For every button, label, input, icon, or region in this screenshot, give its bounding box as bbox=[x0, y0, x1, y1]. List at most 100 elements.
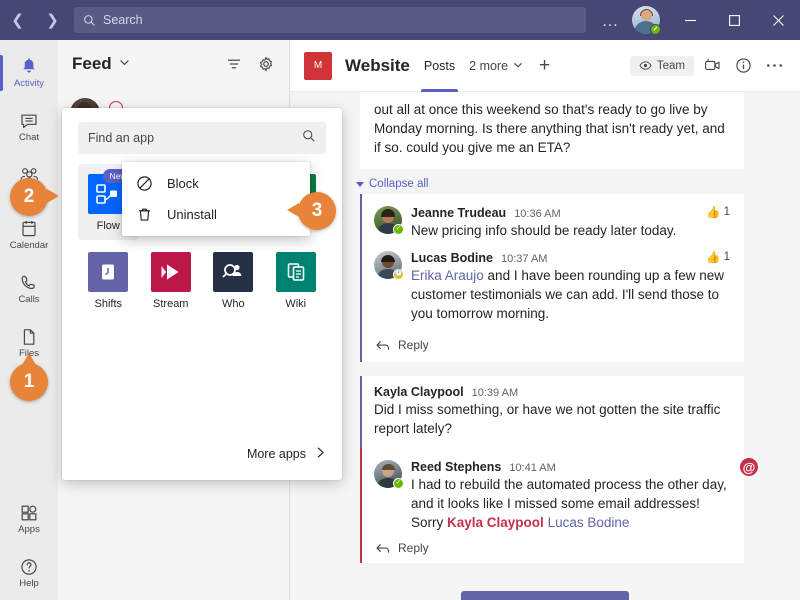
sidebar-item-label: Calendar bbox=[9, 240, 49, 252]
app-tile-shifts[interactable]: Shifts bbox=[78, 242, 139, 318]
filter-icon[interactable] bbox=[223, 53, 245, 75]
search-placeholder-text: Search bbox=[103, 13, 143, 27]
add-tab-button[interactable]: + bbox=[539, 56, 550, 75]
sidebar-item-label: Chat bbox=[18, 132, 40, 144]
video-camera-icon[interactable] bbox=[699, 53, 725, 79]
chevron-right-icon bbox=[315, 446, 326, 462]
stream-icon bbox=[150, 252, 191, 292]
close-button[interactable] bbox=[756, 0, 800, 40]
chat-icon bbox=[21, 114, 37, 129]
message-text: New pricing info should be ready later t… bbox=[411, 223, 677, 238]
titlebar-more-icon[interactable]: … bbox=[592, 12, 631, 29]
callout-badge-1: 1 bbox=[10, 353, 48, 401]
gear-icon[interactable] bbox=[255, 53, 277, 75]
message-group-2: Kayla Claypool 10:39 AM Did I miss somet… bbox=[360, 376, 760, 563]
sidebar-item-help[interactable]: Help bbox=[0, 546, 58, 600]
search-icon bbox=[84, 14, 95, 26]
forward-icon[interactable]: ❯ bbox=[46, 13, 59, 28]
tab-label: Posts bbox=[423, 58, 456, 73]
sidebar-item-calendar[interactable]: Calendar bbox=[0, 208, 58, 262]
back-icon[interactable]: ❮ bbox=[11, 13, 24, 28]
context-menu-item-block[interactable]: Block bbox=[122, 168, 310, 199]
message-author[interactable]: Kayla Claypool bbox=[374, 385, 464, 399]
message-author[interactable]: Lucas Bodine bbox=[411, 251, 493, 265]
message-body: Reed Stephens 10:41 AM I had to rebuild … bbox=[411, 460, 730, 532]
app-tile-wiki[interactable]: Wiki bbox=[266, 242, 327, 318]
callout-number: 3 bbox=[311, 200, 323, 221]
context-menu-item-uninstall[interactable]: Uninstall bbox=[122, 199, 310, 230]
reaction-count[interactable]: 👍 1 bbox=[706, 205, 730, 219]
maximize-button[interactable] bbox=[712, 0, 756, 40]
channel-header: M Website Posts 2 more + Team bbox=[290, 40, 800, 92]
find-an-app-input[interactable]: Find an app bbox=[78, 122, 326, 154]
minimize-button[interactable] bbox=[668, 0, 712, 40]
message-text: I had to rebuild the automated process t… bbox=[411, 475, 730, 532]
tab-label: 2 more bbox=[469, 58, 509, 73]
sidebar-item-activity[interactable]: Activity bbox=[0, 46, 58, 100]
message-author[interactable]: Reed Stephens bbox=[411, 460, 501, 474]
team-badge[interactable]: Team bbox=[629, 55, 694, 76]
app-label: Wiki bbox=[285, 298, 307, 310]
message-author[interactable]: Jeanne Trudeau bbox=[411, 206, 506, 220]
reply-button[interactable]: Reply bbox=[374, 331, 730, 358]
page-title: Feed bbox=[72, 54, 112, 73]
thread-root-message: out all at once this weekend so that's r… bbox=[360, 92, 744, 169]
feed-actions bbox=[223, 53, 277, 75]
eye-icon bbox=[639, 61, 652, 70]
apps-icon bbox=[21, 505, 37, 521]
thumbs-up-icon: 👍 bbox=[706, 207, 721, 219]
feed-header: Feed bbox=[58, 40, 289, 88]
shifts-icon bbox=[88, 252, 129, 292]
triangle-down-icon bbox=[356, 181, 364, 187]
reply-button[interactable]: Reply bbox=[374, 534, 730, 561]
bell-icon bbox=[23, 58, 35, 73]
wiki-icon bbox=[275, 252, 316, 292]
channel-tabs: Posts 2 more + bbox=[420, 40, 550, 92]
info-icon[interactable] bbox=[730, 53, 756, 79]
callout-number: 1 bbox=[23, 371, 35, 392]
mention-link[interactable]: Erika Araujo bbox=[411, 268, 484, 283]
callout-pointer bbox=[287, 203, 299, 217]
collapse-all-label: Collapse all bbox=[369, 178, 429, 190]
collapse-all-button[interactable]: Collapse all bbox=[356, 178, 800, 190]
message-text: Erika Araujo and I have been rounding up… bbox=[411, 266, 730, 323]
app-tile-who[interactable]: Who bbox=[203, 242, 264, 318]
tab-posts[interactable]: Posts bbox=[420, 40, 459, 92]
app-label: Stream bbox=[153, 298, 189, 310]
chevron-down-icon[interactable] bbox=[119, 55, 130, 73]
message-thread: out all at once this weekend so that's r… bbox=[290, 92, 800, 600]
app-label: Flow bbox=[96, 220, 120, 232]
new-conversation-button[interactable]: New conversation bbox=[461, 591, 629, 600]
more-apps-label: More apps bbox=[246, 447, 306, 461]
app-label: Shifts bbox=[94, 298, 122, 310]
reaction-count[interactable]: 👍 1 bbox=[706, 250, 730, 264]
channel-more-icon[interactable] bbox=[761, 53, 787, 79]
new-conversation-area: New conversation bbox=[290, 591, 800, 600]
mention-link-unresolved[interactable]: Kayla Claypool bbox=[447, 515, 544, 530]
sidebar-item-chat[interactable]: Chat bbox=[0, 100, 58, 154]
avatar[interactable] bbox=[632, 6, 661, 35]
sidebar-item-apps[interactable]: Apps bbox=[0, 492, 58, 546]
avatar: ✓ bbox=[374, 460, 404, 489]
message-item: ✓ Reed Stephens 10:41 AM I had to rebuil… bbox=[374, 457, 730, 534]
who-icon bbox=[213, 252, 254, 292]
callout-number: 2 bbox=[23, 186, 35, 207]
mention-link[interactable]: Lucas Bodine bbox=[548, 515, 630, 530]
callout-pointer bbox=[22, 353, 36, 365]
avatar: ✓ bbox=[374, 206, 404, 235]
context-menu-item-label: Uninstall bbox=[167, 207, 217, 222]
main-content: M Website Posts 2 more + Team out all at… bbox=[290, 40, 800, 600]
nav-buttons: ❮ ❯ bbox=[0, 13, 70, 28]
sidebar-item-calls[interactable]: Calls bbox=[0, 262, 58, 316]
thread-root-message-2: Kayla Claypool 10:39 AM Did I miss somet… bbox=[360, 376, 744, 448]
search-input[interactable]: Search bbox=[74, 7, 586, 33]
app-label: Who bbox=[221, 298, 245, 310]
callout-badge-3: 3 bbox=[287, 192, 336, 230]
teams-window: ❮ ❯ Search … ✓ Activity Chat Calendar Ca… bbox=[0, 0, 800, 600]
more-apps-link[interactable]: More apps bbox=[247, 446, 326, 462]
tab-more[interactable]: 2 more bbox=[469, 40, 523, 92]
app-tile-stream[interactable]: Stream bbox=[141, 242, 202, 318]
titlebar-right: … bbox=[592, 0, 800, 40]
reaction-count-label: 1 bbox=[723, 206, 730, 218]
reaction-count-label: 1 bbox=[723, 251, 730, 263]
